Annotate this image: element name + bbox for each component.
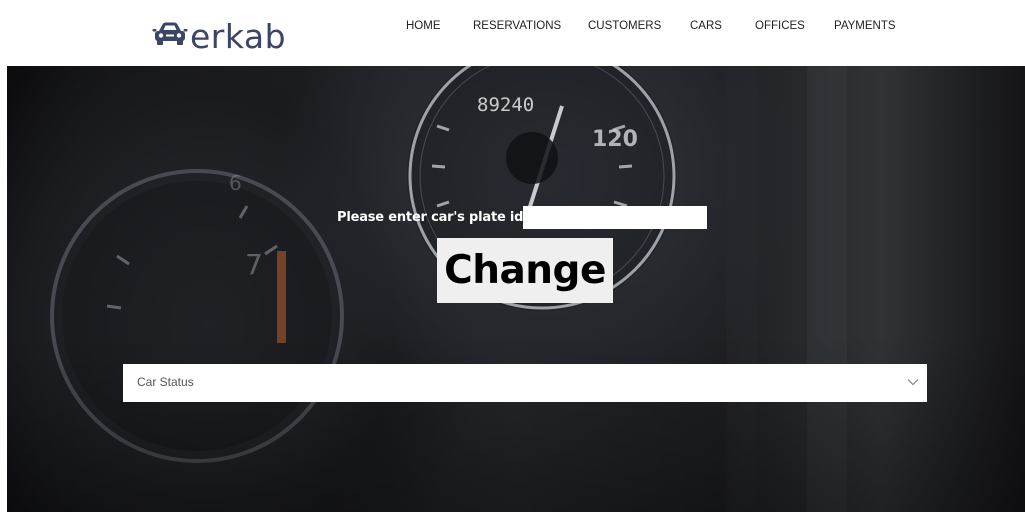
nav-home[interactable]: HOME	[406, 18, 441, 34]
car-status-select[interactable]: Car Status	[123, 364, 927, 402]
nav-offices[interactable]: OFFICES	[755, 18, 805, 34]
nav-reservations[interactable]: RESERVATIONS	[473, 18, 561, 34]
plate-id-label: Please enter car's plate id	[337, 210, 524, 225]
nav-cars[interactable]: CARS	[690, 18, 722, 34]
car-status-selected: Car Status	[137, 375, 194, 389]
main-nav: HOME RESERVATIONS CUSTOMERS CARS OFFICES…	[0, 18, 1025, 34]
change-button[interactable]: Change	[437, 238, 613, 303]
nav-payments[interactable]: PAYMENTS	[834, 18, 896, 34]
plate-form-row: Please enter car's plate id	[337, 206, 708, 229]
page: erkab HOME RESERVATIONS CUSTOMERS CARS O…	[0, 0, 1025, 512]
plate-id-input[interactable]	[523, 206, 708, 229]
hero-section: 7 6 89240 120 Please e	[7, 66, 1025, 512]
site-header: erkab HOME RESERVATIONS CUSTOMERS CARS O…	[0, 0, 1025, 66]
chevron-down-icon	[907, 379, 919, 386]
nav-customers[interactable]: CUSTOMERS	[588, 18, 661, 34]
